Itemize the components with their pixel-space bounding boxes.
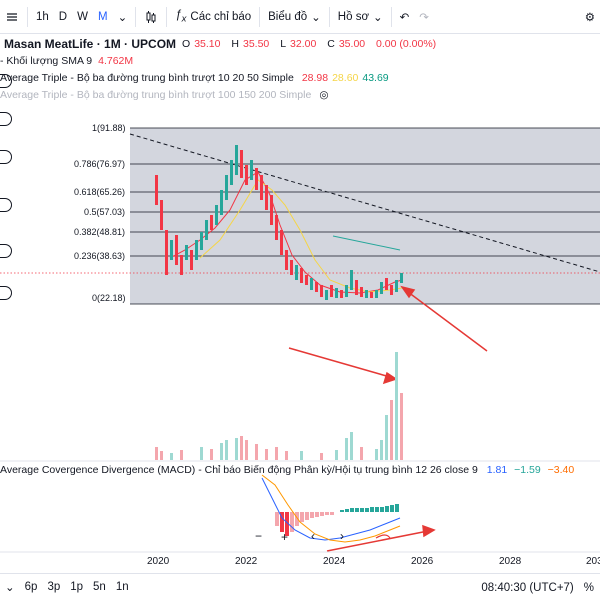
- volume-bars: [155, 352, 403, 460]
- macd-value: 1.81: [486, 464, 508, 476]
- ma2-label: Average Triple - Bộ ba đường trung bình …: [0, 89, 312, 101]
- percent-icon[interactable]: %: [584, 582, 594, 594]
- fib-label: 0.236(38.63): [74, 251, 125, 261]
- left-toolbar: [0, 34, 14, 574]
- chart-type-button[interactable]: Biểu đồ ⌄: [263, 0, 326, 34]
- chevron-down-icon: ⌄: [311, 11, 321, 24]
- macd-histogram: [275, 504, 399, 536]
- plus-icon[interactable]: +: [281, 530, 288, 544]
- interval-m[interactable]: M: [93, 0, 113, 34]
- undo-icon[interactable]: ↶: [395, 0, 415, 34]
- x-axis-label: 2022: [235, 556, 258, 567]
- top-toolbar: 1h D W M ⌄ ƒx Các chỉ báo Biểu đồ ⌄ Hồ s…: [0, 0, 600, 34]
- indicators-button[interactable]: ƒx Các chỉ báo: [170, 0, 256, 34]
- annotation-arrow: [375, 534, 391, 539]
- x-axis-label: 2026: [411, 556, 434, 567]
- tool-icon[interactable]: [0, 112, 12, 126]
- macd-legend[interactable]: Average Covergence Divergence (MACD) - C…: [0, 464, 574, 476]
- fib-label: 1(91.88): [92, 123, 126, 133]
- legend: Masan MeatLife · 1M · UPCOM O 35.10 H 35.5…: [0, 36, 440, 104]
- settings-icon[interactable]: ⚙: [580, 0, 600, 34]
- interval-d[interactable]: D: [54, 0, 72, 34]
- fib-label: 0.382(48.81): [74, 227, 125, 237]
- macd-label: Average Covergence Divergence (MACD) - C…: [0, 464, 478, 476]
- annotation-arrow: [288, 347, 398, 385]
- volume-legend[interactable]: - Khối lượng SMA 9 4.762M: [0, 53, 440, 70]
- range-6p[interactable]: 6p: [20, 581, 43, 593]
- ma2-legend[interactable]: Average Triple - Bộ ba đường trung bình …: [0, 87, 440, 104]
- ma1-legend[interactable]: Average Triple - Bộ ba đường trung bình …: [0, 70, 440, 87]
- range-1n[interactable]: 1n: [111, 581, 134, 593]
- x-axis-label: 2024: [323, 556, 346, 567]
- clock[interactable]: 08:40:30 (UTC+7): [481, 582, 573, 594]
- pane-controls[interactable]: − + ‹ ›: [255, 529, 344, 544]
- x-axis-label: 2020: [147, 556, 170, 567]
- fib-label: 0.618(65.26): [74, 187, 125, 197]
- interval-w[interactable]: W: [72, 0, 93, 34]
- candles-icon[interactable]: [139, 0, 163, 34]
- symbol-name[interactable]: Masan MeatLife · 1M · UPCOM: [0, 36, 176, 53]
- chart-type-label: Biểu đồ: [268, 10, 308, 23]
- menu-icon[interactable]: [0, 0, 24, 34]
- range-3p[interactable]: 3p: [42, 581, 65, 593]
- range-5n[interactable]: 5n: [88, 581, 111, 593]
- chevron-left-icon[interactable]: ‹: [311, 529, 315, 543]
- ma1-label: Average Triple - Bộ ba đường trung bình …: [0, 72, 294, 84]
- chevron-down-icon: ⌄: [372, 11, 383, 24]
- range-1p[interactable]: 1p: [65, 581, 88, 593]
- ma1-value-1: 28.98: [301, 72, 329, 84]
- fib-label: 0.5(57.03): [84, 207, 125, 217]
- symbol-row[interactable]: Masan MeatLife · 1M · UPCOM O 35.10 H 35.5…: [0, 36, 440, 53]
- indicators-label: Các chỉ báo: [190, 10, 252, 23]
- volume-value: 4.762M: [98, 55, 134, 67]
- x-axis-label: 203: [586, 556, 600, 567]
- ohlc-values: O 35.10 H 35.50 L 32.00 C 35.00 0.00 (0.00%): [182, 38, 437, 50]
- x-axis-label: 2028: [499, 556, 522, 567]
- interval-1h[interactable]: 1h: [31, 0, 54, 34]
- eye-hidden-icon[interactable]: ◎: [319, 87, 328, 104]
- histogram-value: −3.40: [547, 464, 575, 476]
- tool-icon[interactable]: [0, 286, 12, 300]
- chevron-down-icon[interactable]: ⌄: [113, 0, 133, 34]
- chevron-down-icon[interactable]: ⌄: [0, 580, 20, 594]
- minus-icon[interactable]: −: [255, 529, 262, 543]
- profile-label: Hồ sơ: [337, 10, 369, 23]
- ma1-value-2: 28.60: [332, 72, 359, 84]
- bottom-bar: ⌄ 6p 3p 1p 5n 1n 08:40:30 (UTC+7) %: [0, 573, 600, 600]
- redo-icon[interactable]: ↷: [414, 0, 434, 34]
- signal-value: −1.59: [514, 464, 541, 476]
- tool-icon[interactable]: [0, 244, 12, 258]
- fib-label: 0.786(76.97): [74, 159, 125, 169]
- profile-button[interactable]: Hồ sơ ⌄: [333, 0, 388, 34]
- fx-icon: ƒx: [175, 8, 187, 25]
- volume-label: - Khối lượng SMA 9: [0, 55, 93, 67]
- chevron-right-icon[interactable]: ›: [340, 529, 344, 543]
- tool-icon[interactable]: [0, 150, 12, 164]
- fib-label: 0(22.18): [92, 293, 126, 303]
- tool-icon[interactable]: [0, 198, 12, 212]
- ma1-value-3: 43.69: [362, 72, 389, 84]
